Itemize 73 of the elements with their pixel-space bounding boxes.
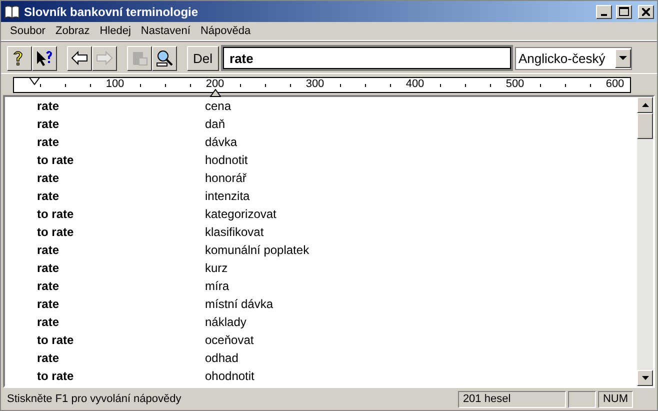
language-dropdown[interactable]: Anglicko-český <box>514 46 632 70</box>
find-button[interactable] <box>152 46 177 70</box>
term-text: rate <box>36 297 60 311</box>
context-help-button[interactable] <box>32 46 57 70</box>
scroll-thumb[interactable] <box>637 113 653 139</box>
search-field[interactable]: rate <box>222 47 511 69</box>
ruler-label: 300 <box>306 79 324 89</box>
minimize-button[interactable] <box>596 4 612 18</box>
ruler-label: 500 <box>506 79 524 89</box>
translation-text: hodnotit <box>205 153 248 167</box>
menu-item[interactable]: Soubor <box>5 25 50 37</box>
term-text: to rate <box>36 153 75 167</box>
window-title: Slovník bankovní terminologie <box>24 4 200 18</box>
num-lock-indicator: NUM <box>598 390 633 408</box>
translation-text: komunální poplatek <box>205 243 310 257</box>
maximize-button[interactable] <box>616 4 632 18</box>
magnifier-icon <box>155 48 174 68</box>
term-text: rate <box>36 243 60 257</box>
status-hint: Stiskněte F1 pro vyvolání nápovědy <box>6 393 182 405</box>
term-text: to rate <box>36 225 75 239</box>
translation-text: odhad <box>205 351 238 365</box>
ruler-label: 100 <box>106 79 124 89</box>
translation-text: honorář <box>205 171 246 185</box>
translation-text: daň <box>205 117 226 131</box>
menu-item[interactable]: Nastavení <box>136 25 196 37</box>
column-marker-icon[interactable] <box>210 89 221 97</box>
term-text: rate <box>36 135 60 149</box>
menu-item[interactable]: Zobraz <box>50 25 95 37</box>
translation-text: kurz <box>205 261 228 275</box>
term-text: to rate <box>36 333 75 347</box>
book-icon <box>4 4 20 18</box>
translation-text: kategorizovat <box>205 207 276 221</box>
scroll-up-icon <box>642 103 648 107</box>
term-text: rate <box>36 261 60 275</box>
term-text: to rate <box>36 369 75 383</box>
term-text: rate <box>36 189 60 203</box>
menu-item[interactable]: Nápověda <box>195 25 256 37</box>
scrollbar[interactable] <box>637 97 653 386</box>
maximize-icon <box>619 7 629 16</box>
translation-text: míra <box>205 279 229 293</box>
indent-marker-icon[interactable] <box>29 77 40 85</box>
translation-text: oceňovat <box>205 333 254 347</box>
term-text: rate <box>36 99 60 113</box>
term-text: rate <box>36 117 60 131</box>
close-button[interactable] <box>638 4 654 18</box>
term-text: rate <box>36 351 60 365</box>
entry-count: 201 hesel <box>458 390 566 408</box>
ruler-label: 400 <box>406 79 424 89</box>
pointer-question-icon <box>35 48 54 68</box>
ruler-label: 600 <box>606 79 624 89</box>
delete-button[interactable]: Del <box>187 46 219 70</box>
status-panel <box>568 390 596 408</box>
term-text: rate <box>36 315 60 329</box>
left-arrow-icon <box>70 48 89 68</box>
term-text: rate <box>36 279 60 293</box>
translation-text: cena <box>205 99 232 113</box>
translation-text: náklady <box>205 315 246 329</box>
term-text: rate <box>36 171 60 185</box>
menu-item[interactable]: Hledej <box>94 25 136 37</box>
back-button[interactable] <box>67 46 92 70</box>
translation-text: klasifikovat <box>205 225 264 239</box>
ruler-label: 200 <box>206 79 224 89</box>
close-icon <box>642 8 650 16</box>
minimize-icon <box>601 14 607 16</box>
scroll-down-icon <box>642 376 648 380</box>
translation-text: dávka <box>205 135 238 149</box>
translation-text: intenzita <box>205 189 250 203</box>
term-text: to rate <box>36 207 75 221</box>
dropdown-arrow-icon <box>618 56 627 60</box>
translation-text: místní dávka <box>205 297 274 311</box>
help-button[interactable] <box>7 46 32 70</box>
right-arrow-icon <box>95 48 114 68</box>
translation-text: ohodnotit <box>205 369 254 383</box>
